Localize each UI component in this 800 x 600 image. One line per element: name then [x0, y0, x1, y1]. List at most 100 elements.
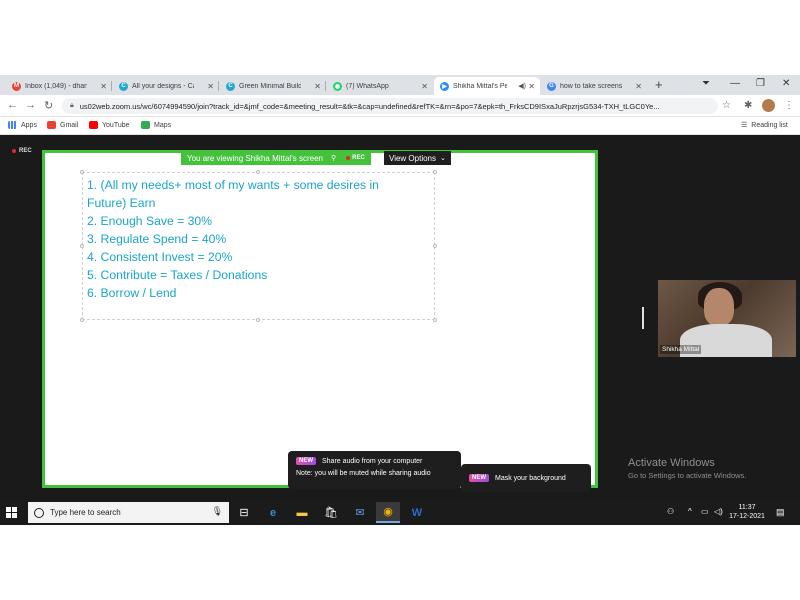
tab-whatsapp[interactable]: ◉ (7) WhatsApp ✕ [327, 77, 433, 95]
tab-separator [218, 81, 219, 91]
close-tab-icon[interactable]: ✕ [314, 82, 321, 91]
google-icon: G [547, 81, 556, 91]
slide-line: 3. Regulate Spend = 40% [87, 232, 227, 246]
clock-time: 11:37 [738, 504, 756, 511]
chevron-down-icon: ⌄ [440, 155, 446, 162]
close-tab-icon[interactable]: ✕ [421, 82, 428, 91]
clock-date: 17-12-2021 [729, 513, 765, 520]
resize-handle [433, 170, 437, 174]
reading-list-icon: ☰ [741, 122, 748, 129]
banner-recording-indicator: REC [346, 155, 365, 161]
tab-zoom-meeting[interactable]: ▶ Shikha Mittal's Pe ◀) ✕ [434, 77, 540, 95]
zoom-meeting-view: REC 1. (All my needs+ most of my wants +… [0, 135, 800, 500]
tab-title: Green Minimal Buildi [239, 82, 301, 90]
new-badge: NEW [296, 457, 316, 465]
url-field[interactable]: 🔒︎ us02web.zoom.us/wc/6074994590/join?tr… [62, 98, 718, 114]
bookmark-label: Gmail [60, 121, 79, 129]
people-icon[interactable]: ⚇ [667, 507, 674, 516]
reading-list-button[interactable]: ☰ Reading list [741, 121, 788, 130]
address-bar-row: ← → ↻ 🔒︎ us02web.zoom.us/wc/6074994590/j… [0, 95, 800, 117]
tab-title: Inbox (1,049) - dhana [25, 82, 87, 90]
file-explorer-icon[interactable]: ▬ [290, 502, 314, 523]
tab-title: Shikha Mittal's Pe [453, 82, 507, 90]
resize-handle [80, 244, 84, 248]
edge-icon[interactable]: e [261, 502, 285, 523]
tooltip-title: Mask your background [495, 474, 566, 482]
tab-canva-designs[interactable]: C All your designs - Can ✕ [113, 77, 219, 95]
screenshot-area: M Inbox (1,049) - dhana ✕ C All your des… [0, 75, 800, 525]
close-tab-icon[interactable]: ✕ [528, 82, 535, 91]
chrome-icon[interactable]: ◉ [376, 502, 400, 523]
microphone-icon[interactable]: 🎙︎ [212, 506, 223, 517]
minimize-button[interactable]: — [730, 78, 740, 89]
share-audio-tooltip[interactable]: NEW Share audio from your computer Note:… [288, 451, 461, 489]
resize-handle [433, 244, 437, 248]
video-strip-toggle[interactable] [642, 307, 644, 329]
view-options-button[interactable]: View Options ⌄ [384, 151, 451, 165]
forward-button[interactable]: → [25, 99, 36, 111]
network-icon[interactable]: ▭ [701, 507, 709, 516]
tab-title: (7) WhatsApp [346, 82, 389, 90]
slide-line: 5. Contribute = Taxes / Donations [87, 268, 268, 282]
resize-handle [80, 170, 84, 174]
tab-google-search[interactable]: G how to take screensho ✕ [541, 77, 647, 95]
tooltip-title: Share audio from your computer [322, 457, 423, 465]
bookmark-apps[interactable]: Apps [8, 121, 37, 129]
participant-video[interactable]: Shikha Mittal [658, 280, 796, 357]
close-tab-icon[interactable]: ✕ [207, 82, 214, 91]
more-menu-icon[interactable]: ⋮ [784, 100, 794, 111]
notifications-icon[interactable]: ▤ [776, 507, 785, 518]
reload-button[interactable]: ↻ [44, 99, 53, 112]
new-badge: NEW [469, 474, 489, 482]
gmail-icon: M [12, 81, 21, 91]
shared-screen: 1. (All my needs+ most of my wants + som… [42, 150, 598, 488]
tooltip-note: Note: you will be muted while sharing au… [296, 470, 431, 477]
word-icon[interactable]: W [405, 502, 429, 523]
slide-text: 1. (All my needs+ most of my wants + som… [87, 176, 432, 302]
volume-icon[interactable]: ◁) [714, 507, 723, 516]
resize-handle [256, 170, 260, 174]
slide-line: Future) Earn [87, 196, 156, 210]
share-banner-text: You are viewing Shikha Mittal's screen [187, 153, 323, 163]
screen-share-banner: You are viewing Shikha Mittal's screen ⚲… [181, 151, 371, 165]
bookmark-maps[interactable]: Maps [141, 121, 171, 129]
taskbar-clock[interactable]: 11:37 17-12-2021 [728, 503, 766, 521]
slide-line: 1. (All my needs+ most of my wants + som… [87, 178, 379, 192]
back-button[interactable]: ← [7, 99, 18, 111]
tab-search-icon[interactable]: ⏷ [702, 78, 710, 89]
bookmark-star-icon[interactable]: ☆ [722, 100, 731, 111]
participant-name: Shikha Mittal [660, 345, 702, 354]
bookmark-gmail[interactable]: Gmail [47, 121, 78, 129]
close-tab-icon[interactable]: ✕ [100, 82, 107, 91]
windows-start-icon[interactable] [6, 507, 17, 518]
tab-canva-green-minimal[interactable]: C Green Minimal Buildi ✕ [220, 77, 326, 95]
close-tab-icon[interactable]: ✕ [635, 82, 642, 91]
activate-subtitle: Go to Settings to activate Windows. [628, 471, 747, 480]
mask-background-tooltip[interactable]: NEW Mask your background [461, 464, 591, 492]
record-dot-icon [12, 149, 16, 153]
audio-playing-icon[interactable]: ◀) [518, 82, 526, 90]
resize-handle [80, 318, 84, 322]
taskbar-search-input[interactable]: Type here to search 🎙︎ [28, 502, 229, 523]
bookmarks-bar: Apps Gmail YouTube Maps ☰ Reading list [0, 117, 800, 135]
mail-icon[interactable]: ✉ [348, 502, 372, 523]
pin-icon[interactable]: ⚲ [331, 154, 336, 162]
search-placeholder: Type here to search [50, 508, 121, 517]
bookmark-youtube[interactable]: YouTube [89, 121, 130, 129]
extensions-icon[interactable]: ✱ [744, 100, 752, 111]
tab-separator [325, 81, 326, 91]
new-tab-button[interactable]: + [655, 77, 663, 92]
zoom-icon: ▶ [440, 81, 449, 91]
tab-strip: M Inbox (1,049) - dhana ✕ C All your des… [0, 75, 800, 95]
restore-button[interactable]: ❐ [756, 78, 765, 89]
tab-gmail-inbox[interactable]: M Inbox (1,049) - dhana ✕ [6, 77, 112, 95]
tab-separator [111, 81, 112, 91]
show-hidden-icons-chevron[interactable]: ^ [688, 507, 692, 516]
task-view-icon[interactable]: ⊟ [232, 502, 256, 523]
resize-handle [433, 318, 437, 322]
bookmark-label: Apps [21, 121, 37, 129]
store-icon[interactable]: 🛍︎ [319, 502, 343, 523]
avatar[interactable] [762, 99, 775, 112]
tab-title: how to take screensho [560, 82, 622, 90]
close-window-button[interactable]: ✕ [782, 78, 790, 89]
